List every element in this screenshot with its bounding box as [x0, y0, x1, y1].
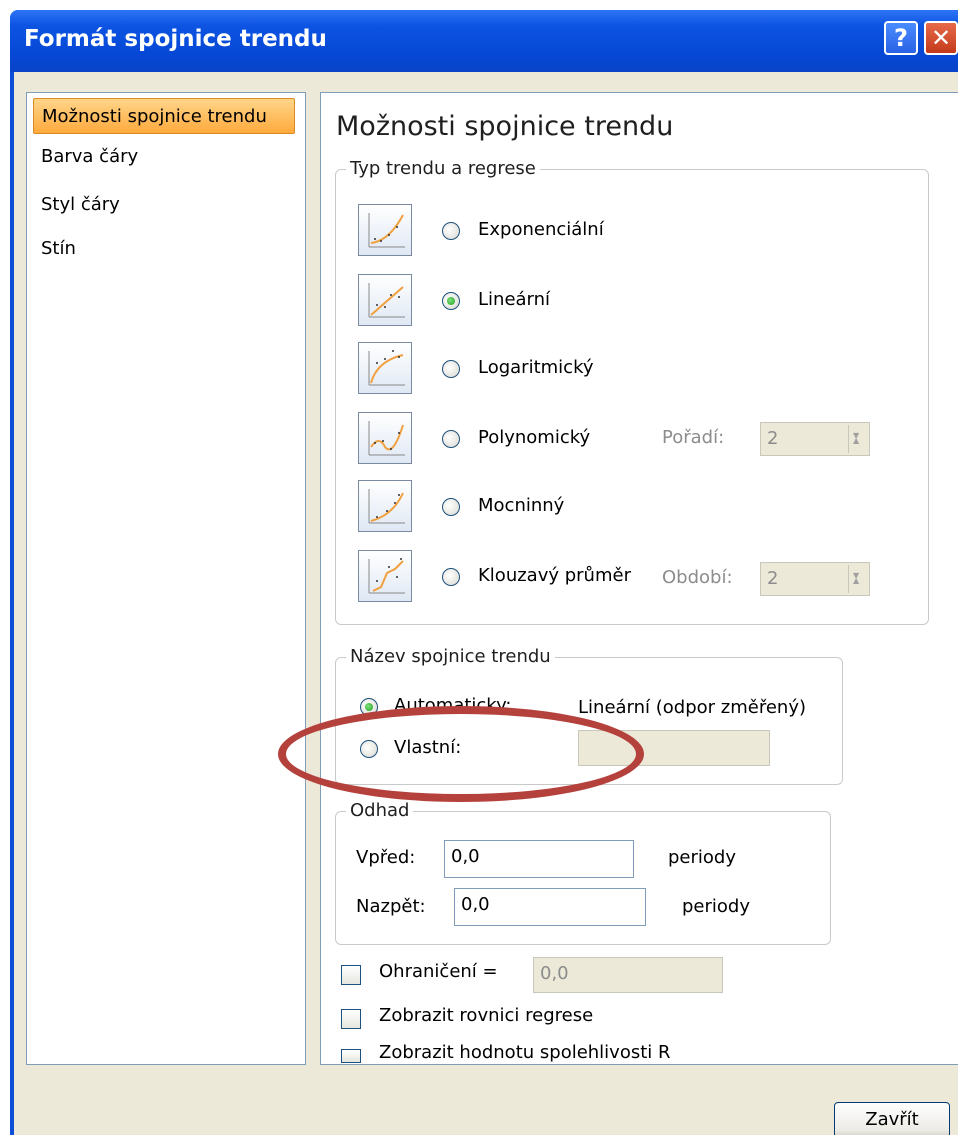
dialog-client-area: Možnosti spojnice trendu Barva čáry Styl… — [14, 72, 958, 1135]
exponential-radio[interactable] — [442, 222, 460, 240]
window-frame: Formát spojnice trendu ? ✕ Možnosti spoj… — [10, 10, 958, 1135]
nav-item-trendline-options[interactable]: Možnosti spojnice trendu — [33, 98, 295, 134]
linear-radio[interactable] — [442, 292, 460, 310]
options-panel: Možnosti spojnice trendu Typ trendu a re… — [320, 92, 958, 1065]
order-spin-arrows[interactable] — [848, 420, 867, 457]
moving-average-label: Klouzavý průměr — [478, 565, 631, 586]
exponential-label-text: Exponenciální — [478, 219, 604, 240]
power-radio[interactable] — [442, 498, 460, 516]
order-value: 2 — [767, 428, 779, 449]
logarithmic-trend-icon[interactable] — [358, 342, 412, 394]
show-equation-label: Zobrazit rovnici regrese — [379, 1005, 594, 1026]
close-icon: ✕ — [930, 24, 952, 52]
backward-label: Nazpět: — [356, 896, 426, 917]
moving-average-radio[interactable] — [442, 568, 460, 586]
help-icon: ? — [894, 24, 908, 52]
order-label: Pořadí: — [662, 427, 725, 448]
show-r-squared-label: Zobrazit hodnotu spolehlivosti R — [379, 1042, 671, 1063]
period-value: 2 — [767, 568, 779, 589]
intercept-checkbox[interactable] — [341, 965, 361, 985]
period-label: Období: — [662, 567, 733, 588]
show-r-squared-checkbox[interactable] — [341, 1049, 361, 1063]
backward-unit: periody — [682, 896, 750, 917]
category-list: Možnosti spojnice trendu Barva čáry Styl… — [26, 92, 306, 1065]
polynomial-radio[interactable] — [442, 430, 460, 448]
trendline-name-legend: Název spojnice trendu — [346, 646, 555, 667]
moving-average-trend-icon[interactable] — [358, 550, 412, 602]
linear-label: Lineární — [478, 289, 551, 310]
forward-label: Vpřed: — [356, 847, 416, 868]
exponential-label: Exponenciální — [478, 219, 604, 240]
forecast-group: Odhad Vpřed: 0,0 periody Nazpět: 0,0 per… — [335, 800, 831, 945]
nav-item-line-style[interactable]: Styl čáry — [33, 187, 295, 223]
close-button[interactable]: Zavřít — [834, 1102, 950, 1135]
automatic-name-value: Lineární (odpor změřený) — [578, 697, 806, 718]
order-spinner[interactable]: 2 — [760, 420, 870, 457]
period-spinner[interactable]: 2 — [760, 560, 870, 597]
help-button[interactable]: ? — [884, 21, 918, 55]
forecast-legend: Odhad — [346, 800, 414, 821]
panel-heading: Možnosti spojnice trendu — [336, 111, 674, 142]
forward-unit: periody — [668, 847, 736, 868]
polynomial-label: Polynomický — [478, 427, 591, 448]
polynomial-trend-icon[interactable] — [358, 412, 412, 464]
nav-item-line-color[interactable]: Barva čáry — [33, 139, 295, 175]
show-equation-checkbox[interactable] — [341, 1009, 361, 1029]
window-title: Formát spojnice trendu — [24, 26, 327, 52]
highlight-ellipse — [278, 706, 644, 802]
close-window-button[interactable]: ✕ — [924, 21, 958, 55]
logarithmic-label: Logaritmický — [478, 357, 594, 378]
forward-input[interactable]: 0,0 — [444, 840, 634, 878]
trend-type-group: Typ trendu a regrese Exponenciální Lineá… — [335, 158, 929, 625]
power-trend-icon[interactable] — [358, 480, 412, 532]
intercept-label: Ohraničení = — [379, 961, 498, 982]
format-trendline-dialog: Formát spojnice trendu ? ✕ Možnosti spoj… — [0, 0, 958, 1135]
intercept-input[interactable]: 0,0 — [533, 957, 723, 993]
linear-trend-icon[interactable] — [358, 274, 412, 326]
exponential-trend-icon[interactable] — [358, 204, 412, 256]
title-bar[interactable]: Formát spojnice trendu ? ✕ — [10, 10, 958, 72]
trend-type-legend: Typ trendu a regrese — [346, 158, 540, 179]
logarithmic-radio[interactable] — [442, 360, 460, 378]
period-spin-arrows[interactable] — [848, 560, 867, 597]
power-label: Mocninný — [478, 495, 565, 516]
backward-input[interactable]: 0,0 — [454, 888, 646, 926]
nav-item-shadow[interactable]: Stín — [33, 231, 295, 267]
